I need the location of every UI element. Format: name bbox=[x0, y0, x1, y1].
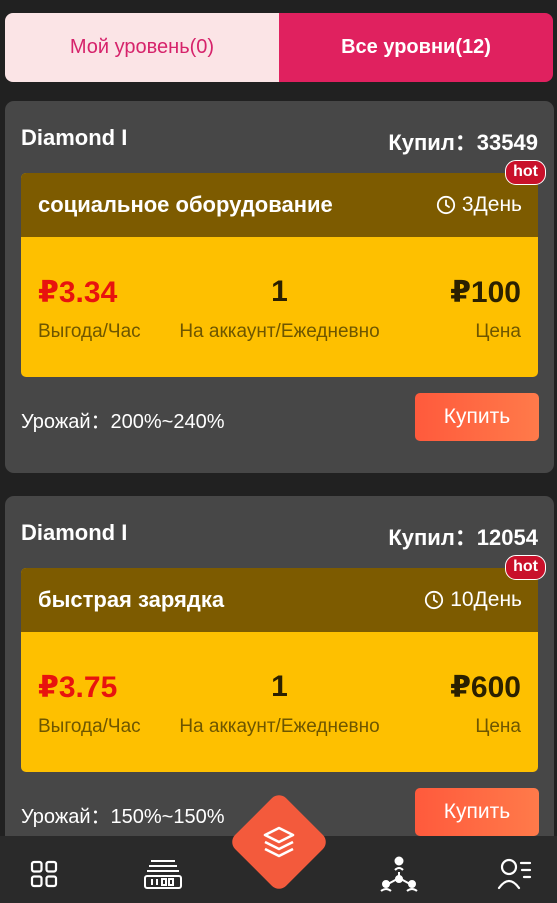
bought-count: Купил：33549 bbox=[388, 130, 538, 155]
nav-profile[interactable] bbox=[495, 854, 535, 894]
buy-button[interactable]: Купить bbox=[415, 393, 539, 441]
card-header: Diamond I Купил：12054 bbox=[21, 520, 538, 552]
product-name: социальное оборудование bbox=[38, 192, 333, 217]
card-header: Diamond I Купил：33549 bbox=[21, 125, 538, 157]
product-header: социальное оборудование 3День bbox=[21, 173, 538, 237]
product-name: быстрая зарядка bbox=[38, 587, 225, 612]
price-label: Цена bbox=[475, 716, 521, 737]
tab-my-level[interactable]: Мой уровень(0) bbox=[5, 13, 279, 82]
clock-icon bbox=[436, 195, 455, 215]
yield-text: Урожай：150%~150% bbox=[21, 806, 225, 828]
price-value: ₽100 bbox=[450, 276, 521, 309]
product-card: Diamond I Купил：33549 hot социальное обо… bbox=[5, 101, 554, 473]
buy-button[interactable]: Купить bbox=[415, 788, 539, 836]
profile-list-icon bbox=[497, 858, 532, 890]
team-icon bbox=[380, 856, 418, 892]
bottom-nav bbox=[0, 791, 557, 903]
grid-icon bbox=[30, 860, 58, 888]
per-account-label: На аккаунт/Ежедневно bbox=[179, 716, 380, 737]
yield-text: Урожай：200%~240% bbox=[21, 411, 225, 433]
product-duration: 10День bbox=[424, 588, 522, 612]
clock-icon bbox=[425, 590, 444, 610]
hot-badge: hot bbox=[505, 555, 546, 580]
product-duration: 3День bbox=[436, 193, 522, 217]
level-name: Diamond I bbox=[21, 125, 128, 150]
nav-team[interactable] bbox=[377, 854, 421, 894]
price-value: ₽600 bbox=[450, 671, 521, 704]
bought-count: Купил：12054 bbox=[388, 525, 538, 550]
nav-home[interactable] bbox=[24, 854, 64, 894]
level-name: Diamond I bbox=[21, 520, 128, 545]
duration-text: 3День bbox=[461, 193, 522, 216]
product-stats: ₽3.75 Выгода/Час 1 На аккаунт/Ежедневно … bbox=[21, 632, 538, 772]
tab-all-levels[interactable]: Все уровни(12) bbox=[279, 13, 553, 82]
machine-icon bbox=[144, 860, 182, 889]
product-header: быстрая зарядка 10День bbox=[21, 568, 538, 632]
layers-icon bbox=[263, 826, 295, 858]
per-account-label: На аккаунт/Ежедневно bbox=[179, 321, 380, 342]
price-label: Цена bbox=[475, 321, 521, 342]
nav-machines[interactable] bbox=[141, 854, 185, 894]
duration-text: 10День bbox=[450, 588, 522, 611]
product-box: hot быстрая зарядка 10День ₽3.75 Выгода/… bbox=[21, 555, 546, 772]
hot-badge: hot bbox=[505, 160, 546, 185]
product-box: hot социальное оборудование 3День ₽3.34 … bbox=[21, 160, 546, 377]
product-stats: ₽3.34 Выгода/Час 1 На аккаунт/Ежедневно … bbox=[21, 237, 538, 377]
level-tabs: Мой уровень(0) Все уровни(12) bbox=[5, 13, 553, 82]
